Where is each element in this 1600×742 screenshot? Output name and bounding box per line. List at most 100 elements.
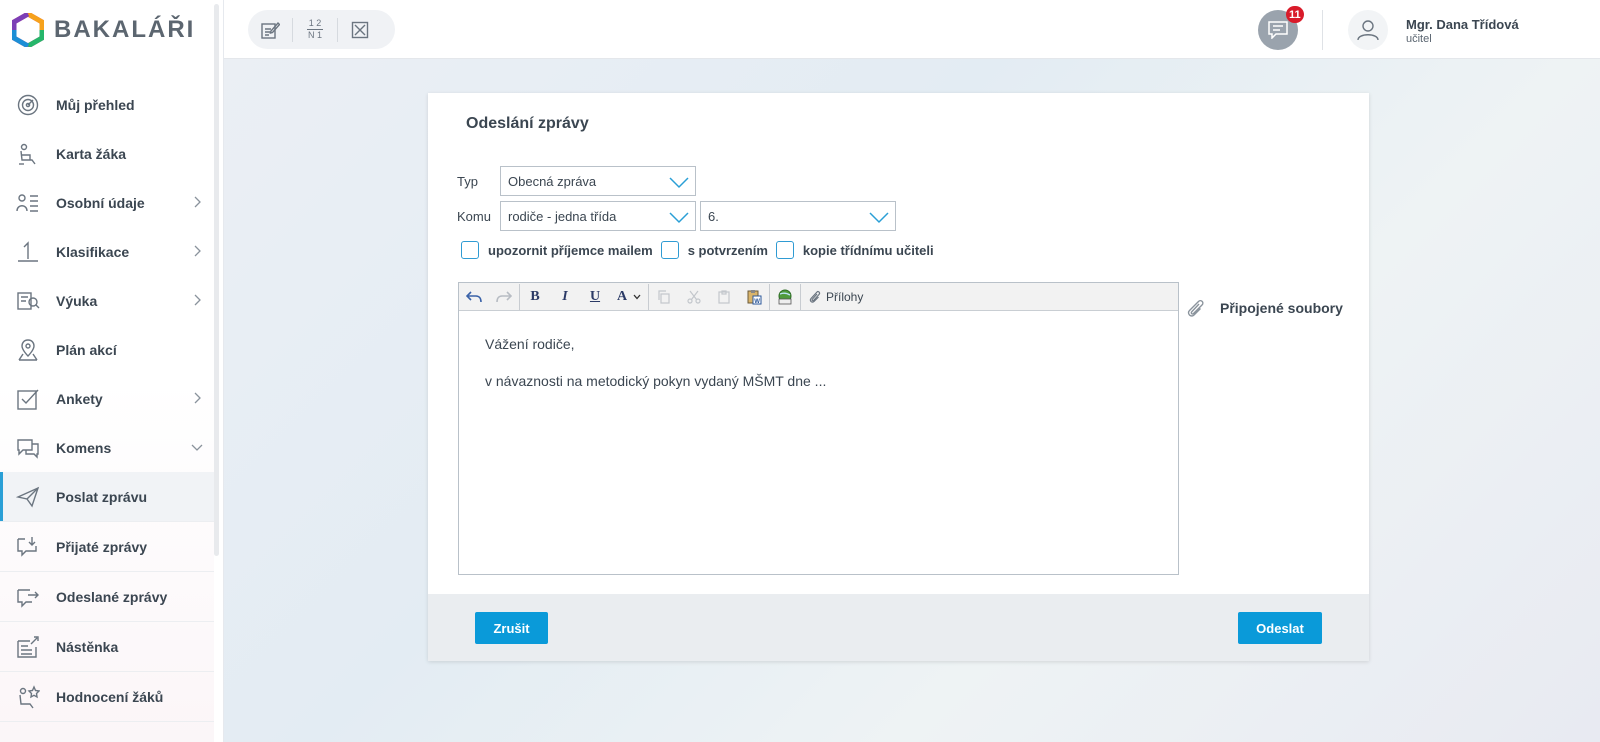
recipient-select-value: rodiče - jedna třída (508, 208, 617, 224)
sidebar-item-label: Přijaté zprávy (56, 538, 148, 555)
sidebar-item-karta-zaka[interactable]: Karta žáka (0, 129, 214, 178)
cancel-button[interactable]: Zrušit (475, 612, 548, 644)
student-card-icon (16, 142, 40, 166)
sidebar-item-muj-prehled[interactable]: Můj přehled (0, 80, 214, 129)
logo-text: BAKALÁŘI (54, 16, 196, 43)
sidebar-item-label: Karta žáka (56, 145, 127, 162)
underline-icon: U (589, 288, 601, 304)
paperclip-icon (809, 290, 821, 303)
cut-button[interactable] (679, 284, 709, 310)
card-footer: Zrušit Odeslat (428, 594, 1369, 661)
type-select[interactable]: Obecná zpráva (500, 166, 696, 196)
cut-icon (687, 290, 701, 304)
class-select-value: 6. (708, 208, 719, 224)
undo-button[interactable] (459, 284, 489, 310)
notify-email-checkbox[interactable] (461, 241, 479, 259)
sidebar-item-prijate-zpravy[interactable]: Přijaté zprávy (0, 522, 214, 572)
italic-button[interactable]: I (550, 284, 580, 310)
quick-tools: 1 2 N 1 (248, 10, 395, 49)
edit-button[interactable] (248, 10, 292, 49)
copy-class-teacher-checkbox[interactable] (775, 241, 794, 259)
sidebar: BAKALÁŘI Můj přehled Karta žáka Osobní ú… (0, 0, 224, 742)
sidebar-item-label: Plán akcí (56, 341, 117, 358)
confirmation-label[interactable]: s potvrzením (688, 243, 768, 258)
attachments-button[interactable]: Přílohy (801, 284, 871, 310)
copy-button[interactable] (649, 284, 679, 310)
options-row: upozornit příjemce mailem s potvrzením k… (461, 240, 942, 260)
bakalari-logo-icon (12, 13, 44, 47)
teaching-icon (16, 289, 40, 313)
notify-email-label[interactable]: upozornit příjemce mailem (488, 243, 653, 258)
message-body[interactable]: Vážení rodiče, v návaznosti na metodický… (459, 311, 1178, 433)
paste-word-icon: W (747, 289, 762, 305)
user-icon (1357, 20, 1379, 41)
sidebar-item-label: Komens (56, 439, 112, 456)
sidebar-item-label: Nástěnka (56, 638, 119, 655)
attached-files-label: Připojené soubory (1220, 300, 1343, 316)
message-editor: B I U A W Přílohy Vážení rodiče, v návaz… (458, 282, 1179, 575)
user-name[interactable]: Mgr. Dana Třídová (1406, 17, 1519, 32)
message-icon (1268, 21, 1288, 39)
sidebar-scrollbar[interactable] (214, 4, 219, 556)
sidebar-item-komens[interactable]: Komens (0, 423, 214, 472)
sidebar-item-poslat-zpravu[interactable]: Poslat zprávu (0, 472, 214, 522)
sidebar-item-vyuka[interactable]: Výuka (0, 276, 214, 325)
header-divider (1322, 10, 1323, 50)
sidebar-item-osobni-udaje[interactable]: Osobní údaje (0, 178, 214, 227)
sidebar-item-klasifikace[interactable]: Klasifikace (0, 227, 214, 276)
bold-button[interactable]: B (520, 284, 550, 310)
svg-text:W: W (754, 299, 760, 305)
sidebar-item-plan-akci[interactable]: Plán akcí (0, 325, 214, 374)
messages-badge: 11 (1286, 6, 1304, 23)
recipient-select[interactable]: rodiče - jedna třída (500, 201, 696, 231)
numbers-icon-top: 1 2 (308, 18, 322, 28)
sidebar-item-label: Odeslané zprávy (56, 588, 168, 605)
sidebar-item-ankety[interactable]: Ankety (0, 374, 214, 423)
font-color-button[interactable]: A (610, 284, 648, 310)
sidebar-item-label: Klasifikace (56, 243, 130, 260)
type-label: Typ (457, 174, 478, 189)
sidebar-item-label: Hodnocení žáků (56, 688, 164, 705)
type-select-value: Obecná zpráva (508, 173, 597, 189)
sidebar-item-label: Poslat zprávu (56, 488, 148, 505)
paste-icon (718, 289, 730, 304)
message-line: v návaznosti na metodický pokyn vydaný M… (485, 373, 827, 389)
edit-icon (261, 21, 280, 39)
top-header: 1 2 N 1 11 Mgr. Dana Třídová učitel (224, 0, 1600, 59)
chevron-down-icon (869, 212, 889, 224)
paste-button[interactable] (709, 284, 739, 310)
paperclip-icon (1187, 299, 1204, 317)
numbers-button[interactable]: 1 2 N 1 (293, 10, 337, 49)
logo[interactable]: BAKALÁŘI (12, 12, 195, 48)
chevron-right-icon (194, 245, 201, 257)
sidebar-item-hodnoceni-zaku[interactable]: Hodnocení žáků (0, 672, 214, 722)
close-box-button[interactable] (338, 10, 382, 49)
attached-files[interactable]: Připojené soubory (1186, 298, 1343, 318)
star-student-icon (16, 684, 40, 709)
dropdown-arrow-icon (633, 294, 641, 299)
sidebar-item-odeslane-zpravy[interactable]: Odeslané zprávy (0, 572, 214, 622)
redo-button[interactable] (489, 284, 519, 310)
to-label: Komu (457, 209, 491, 224)
underline-button[interactable]: U (580, 284, 610, 310)
chevron-right-icon (194, 294, 201, 306)
send-button[interactable]: Odeslat (1238, 612, 1322, 644)
close-box-icon (351, 21, 369, 38)
italic-icon: I (562, 288, 568, 304)
attachments-label: Přílohy (826, 289, 864, 304)
avatar[interactable] (1348, 10, 1388, 50)
sidebar-nav: Můj přehled Karta žáka Osobní údaje Klas… (0, 80, 214, 722)
sidebar-item-nastenka[interactable]: Nástěnka (0, 622, 214, 672)
chevron-right-icon (194, 392, 201, 404)
paste-word-button[interactable]: W (739, 284, 769, 310)
chevron-down-icon (669, 212, 689, 224)
copy-class-teacher-label[interactable]: kopie třídnímu učiteli (803, 243, 934, 258)
sidebar-item-label: Osobní údaje (56, 194, 145, 211)
chat-icon (16, 436, 40, 460)
inbox-icon (16, 535, 40, 559)
class-select[interactable]: 6. (700, 201, 896, 231)
redo-icon (496, 290, 512, 302)
web-image-button[interactable] (770, 284, 800, 310)
confirmation-checkbox[interactable] (660, 241, 679, 259)
personal-data-icon (16, 191, 40, 215)
